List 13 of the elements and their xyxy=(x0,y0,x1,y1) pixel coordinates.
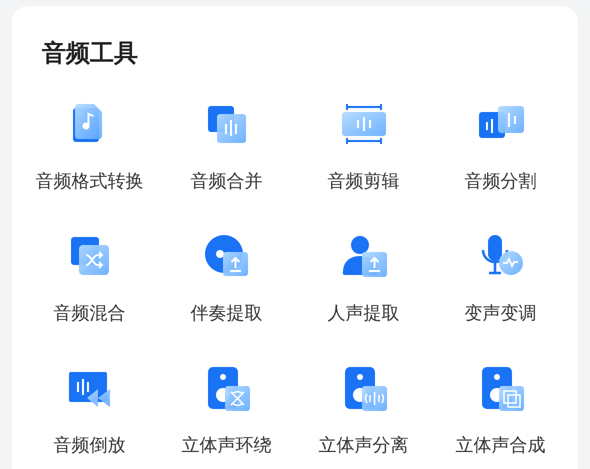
tool-button[interactable]: 立体声合成 xyxy=(432,364,569,458)
tool-button[interactable]: 音频剪辑 xyxy=(295,100,432,194)
tool-button[interactable]: 立体声分离 xyxy=(295,364,432,458)
tool-button[interactable]: 音频合并 xyxy=(158,100,295,194)
tool-button[interactable]: 音频倒放 xyxy=(21,364,158,458)
tool-button[interactable]: 音频混合 xyxy=(21,232,158,326)
section-title: 音频工具 xyxy=(42,38,139,69)
tool-button[interactable]: 立体声环绕 xyxy=(158,364,295,458)
tool-button[interactable]: 音频分割 xyxy=(432,100,569,194)
tool-button[interactable]: 人声提取 xyxy=(295,232,432,326)
tool-button[interactable]: 伴奏提取 xyxy=(158,232,295,326)
tool-button[interactable]: 变声变调 xyxy=(432,232,569,326)
tool-button[interactable]: 音频格式转换 xyxy=(21,100,158,194)
